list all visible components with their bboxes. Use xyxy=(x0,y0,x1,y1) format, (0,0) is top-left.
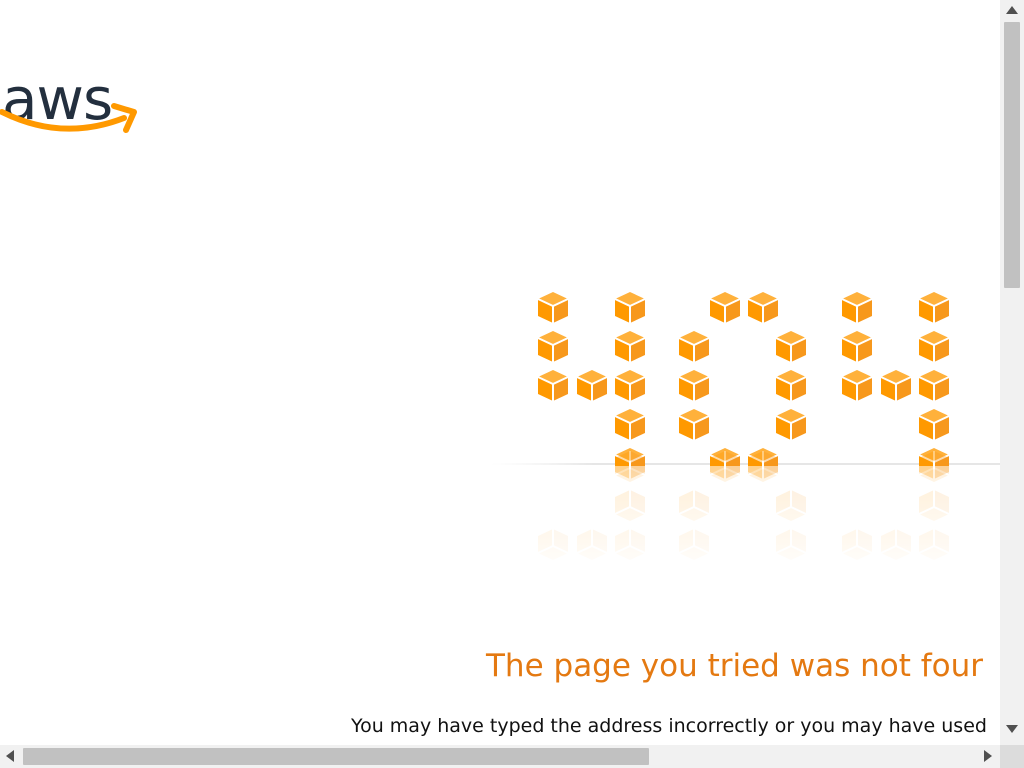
scroll-right-arrow-icon[interactable] xyxy=(984,750,992,762)
cube-icon xyxy=(841,291,873,324)
aws-smile-icon xyxy=(0,103,137,133)
horizontal-scroll-thumb[interactable] xyxy=(23,748,649,765)
cube-icon xyxy=(880,369,912,402)
cube-icon xyxy=(614,369,646,402)
cube-icon xyxy=(537,369,569,402)
cube-icon xyxy=(576,369,608,402)
cube-icon xyxy=(614,330,646,363)
cube-icon xyxy=(614,408,646,441)
cube-icon xyxy=(747,291,779,324)
scrollbar-corner xyxy=(1000,745,1024,768)
cube-icon xyxy=(918,330,950,363)
error-message: You may have typed the address incorrect… xyxy=(351,715,987,737)
cube-icon xyxy=(678,369,710,402)
cube-icon xyxy=(537,291,569,324)
page-viewport: aws The page you tried was not four You … xyxy=(0,0,1000,745)
cube-icon xyxy=(709,291,741,324)
vertical-scrollbar[interactable] xyxy=(1000,0,1024,745)
error-headline: The page you tried was not four xyxy=(486,648,983,684)
scroll-up-arrow-icon[interactable] xyxy=(1006,6,1018,14)
cube-icon xyxy=(678,408,710,441)
cube-icon xyxy=(537,330,569,363)
cube-icon xyxy=(841,369,873,402)
aws-logo[interactable]: aws xyxy=(0,40,140,140)
404-illustration xyxy=(490,285,1000,585)
scroll-down-arrow-icon[interactable] xyxy=(1006,725,1018,733)
cube-icon xyxy=(918,291,950,324)
cube-icon xyxy=(678,330,710,363)
cube-icon xyxy=(775,408,807,441)
cube-icon xyxy=(614,291,646,324)
cube-icon xyxy=(841,330,873,363)
404-cubes-icon xyxy=(490,291,1000,585)
cube-icon xyxy=(918,369,950,402)
cube-icon xyxy=(775,330,807,363)
scroll-left-arrow-icon[interactable] xyxy=(6,750,14,762)
vertical-scroll-thumb[interactable] xyxy=(1004,22,1020,288)
cube-icon xyxy=(775,369,807,402)
cube-icon xyxy=(918,408,950,441)
horizontal-scrollbar[interactable] xyxy=(0,745,1000,768)
